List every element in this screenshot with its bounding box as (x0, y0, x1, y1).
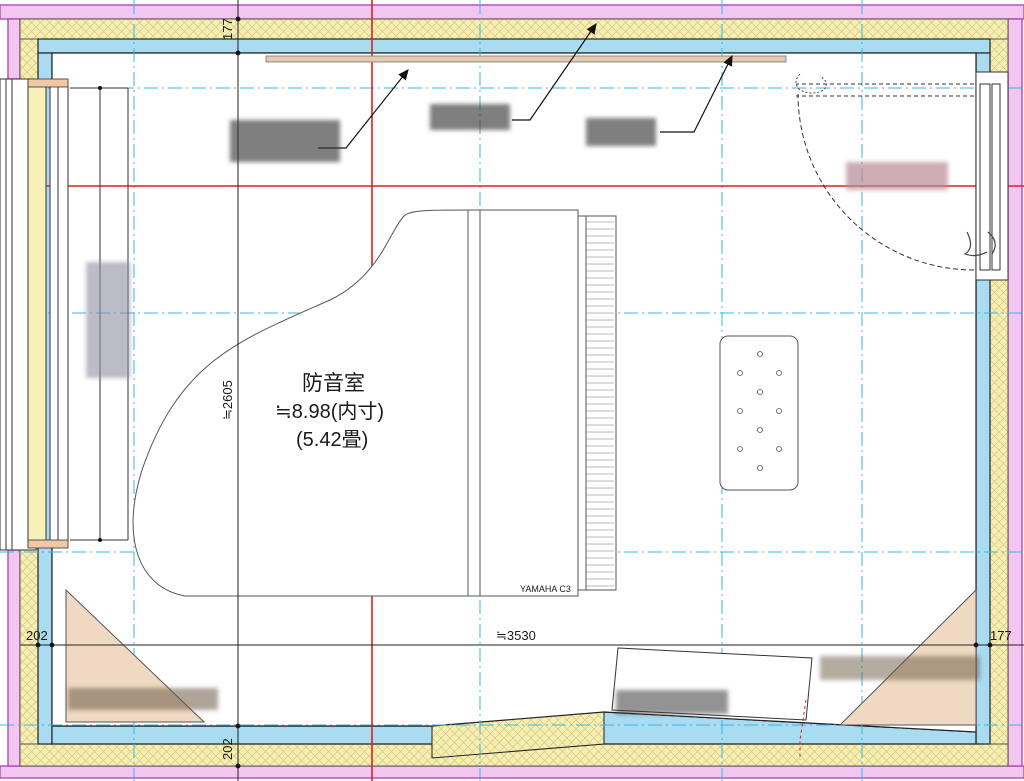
dim-left-wall: 202 (26, 628, 48, 643)
redacted-label (68, 688, 218, 710)
redacted-label (230, 120, 340, 162)
redacted-label (616, 690, 728, 714)
room-area: ≒8.98(内寸) (275, 400, 384, 423)
piano-model-label: YAMAHA C3 (520, 584, 571, 594)
redacted-label (846, 162, 948, 190)
room-tatami: (5.42畳) (296, 429, 368, 451)
room-name: 防音室 (302, 372, 365, 395)
dim-room-width: ≒3530 (496, 628, 536, 643)
floor-plan: YAMAHA C3 177 202 ≒2605 202 177 ≒3530 防音… (0, 0, 1024, 781)
top-wall-panel (265, 55, 787, 63)
dim-bottom-wall: 202 (220, 738, 235, 760)
dim-top-wall: 177 (220, 18, 235, 40)
redacted-label (820, 656, 980, 680)
piano-bench (719, 335, 799, 491)
redacted-label (430, 104, 510, 130)
dim-right-wall: 177 (990, 628, 1012, 643)
redacted-label (586, 118, 656, 146)
redacted-label (86, 262, 130, 378)
dim-room-height: ≒2605 (220, 380, 235, 420)
